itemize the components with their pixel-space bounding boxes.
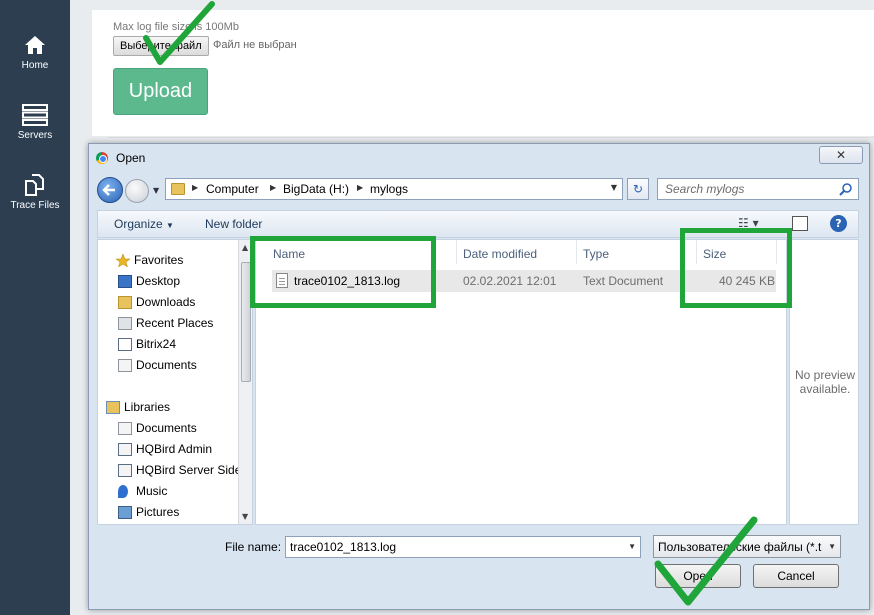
close-button[interactable]: ✕ [819, 146, 863, 164]
refresh-icon: ↻ [632, 182, 644, 196]
highlight-box-size [680, 228, 792, 308]
documents-icon [118, 359, 132, 372]
chevron-down-icon[interactable]: ▼ [628, 542, 636, 551]
search-icon[interactable] [839, 182, 853, 196]
sidebar-item-label: Home [21, 60, 49, 71]
documents-label: Documents [136, 358, 197, 372]
bitrix24-label: Bitrix24 [136, 337, 177, 351]
file-date: 02.02.2021 12:01 [463, 274, 557, 288]
chevron-down-icon[interactable]: ▼ [828, 542, 836, 551]
search-placeholder: Search mylogs [665, 182, 745, 196]
documents-icon [118, 422, 132, 435]
no-file-label: Файл не выбран [213, 39, 297, 51]
cancel-button[interactable]: Cancel [753, 564, 839, 588]
desktop-icon [118, 275, 132, 288]
back-arrow-icon [102, 184, 115, 196]
pictures-icon [118, 506, 132, 519]
preview-pane-icon[interactable] [792, 216, 808, 231]
organize-label: Organize [114, 217, 163, 231]
panel-divider [108, 137, 874, 138]
libraries-label: Libraries [124, 400, 171, 414]
chevron-right-icon[interactable]: ▶ [357, 183, 363, 192]
column-separator[interactable] [576, 240, 577, 264]
scroll-up-icon[interactable]: ▲ [242, 243, 248, 252]
highlight-box-filename [250, 236, 436, 308]
library-icon [118, 464, 132, 477]
recent-places-label: Recent Places [136, 316, 214, 330]
upload-button[interactable]: Upload [113, 68, 208, 115]
library-icon [118, 443, 132, 456]
downloads-folder-icon [118, 296, 132, 309]
library-documents-label: Documents [136, 421, 197, 435]
navigation-row: ▼ ▶ Computer ▶ BigData (H:) ▶ mylogs ▼ ↻… [89, 174, 869, 204]
navigation-pane: Favorites Desktop Downloads Recent Place… [97, 239, 253, 525]
organize-menu[interactable]: Organize ▼ [114, 217, 174, 231]
column-type[interactable]: Type [583, 247, 609, 261]
back-button[interactable] [97, 177, 123, 203]
history-dropdown-icon[interactable]: ▼ [153, 186, 159, 195]
checkmark-icon [143, 1, 215, 65]
bitrix24-icon [118, 338, 132, 351]
hqbird-server-side-label: HQBird Server Side [136, 463, 242, 477]
home-icon [25, 36, 45, 54]
forward-button[interactable] [125, 179, 149, 203]
new-folder-button[interactable]: New folder [205, 217, 262, 231]
refresh-button[interactable]: ↻ [627, 178, 649, 200]
downloads-label: Downloads [136, 295, 196, 309]
hqbird-admin-label: HQBird Admin [136, 442, 213, 456]
file-type: Text Document [583, 274, 664, 288]
music-label: Music [136, 484, 168, 498]
column-date[interactable]: Date modified [463, 247, 537, 261]
address-dropdown-icon[interactable]: ▼ [611, 183, 617, 192]
sidebar-item-trace-files[interactable]: Trace Files [0, 174, 70, 211]
column-separator[interactable] [456, 240, 457, 264]
breadcrumb-folder[interactable]: mylogs [370, 182, 408, 196]
recent-places-icon [118, 317, 132, 330]
preview-pane: No preview available. [789, 239, 859, 525]
breadcrumb-computer[interactable]: Computer [206, 182, 259, 196]
sidebar-item-label: Trace Files [10, 200, 60, 211]
breadcrumb-drive[interactable]: BigData (H:) [283, 182, 349, 196]
filename-value: trace0102_1813.log [290, 540, 397, 554]
chevron-right-icon[interactable]: ▶ [192, 183, 198, 192]
dialog-titlebar[interactable]: Open ✕ [89, 144, 869, 172]
scroll-down-icon[interactable]: ▼ [242, 512, 248, 521]
folder-icon [171, 183, 185, 195]
star-icon [116, 254, 130, 267]
favorites-label: Favorites [134, 253, 184, 267]
help-icon[interactable]: ? [830, 215, 847, 232]
filename-label: File name: [225, 540, 282, 554]
address-bar[interactable]: ▶ Computer ▶ BigData (H:) ▶ mylogs ▼ [165, 178, 623, 200]
music-icon [118, 485, 128, 498]
sidebar-item-label: Servers [17, 130, 53, 141]
chevron-down-icon: ▼ [166, 221, 174, 230]
libraries-icon [106, 401, 120, 414]
trace-files-icon [25, 174, 44, 196]
sidebar-item-home[interactable]: Home [0, 34, 70, 71]
sidebar: Home Servers Trace Files [0, 0, 70, 615]
close-icon: ✕ [835, 148, 847, 162]
filename-field[interactable]: trace0102_1813.log ▼ [285, 536, 641, 558]
search-input[interactable]: Search mylogs [657, 178, 859, 200]
checkmark-icon [654, 516, 758, 606]
sidebar-item-servers[interactable]: Servers [0, 104, 70, 141]
chevron-right-icon[interactable]: ▶ [270, 183, 276, 192]
chrome-icon [96, 152, 108, 164]
servers-icon [22, 104, 48, 126]
no-preview-text: No preview available. [794, 368, 856, 396]
pictures-label: Pictures [136, 505, 180, 519]
dialog-title: Open [116, 151, 146, 165]
desktop-label: Desktop [136, 274, 181, 288]
